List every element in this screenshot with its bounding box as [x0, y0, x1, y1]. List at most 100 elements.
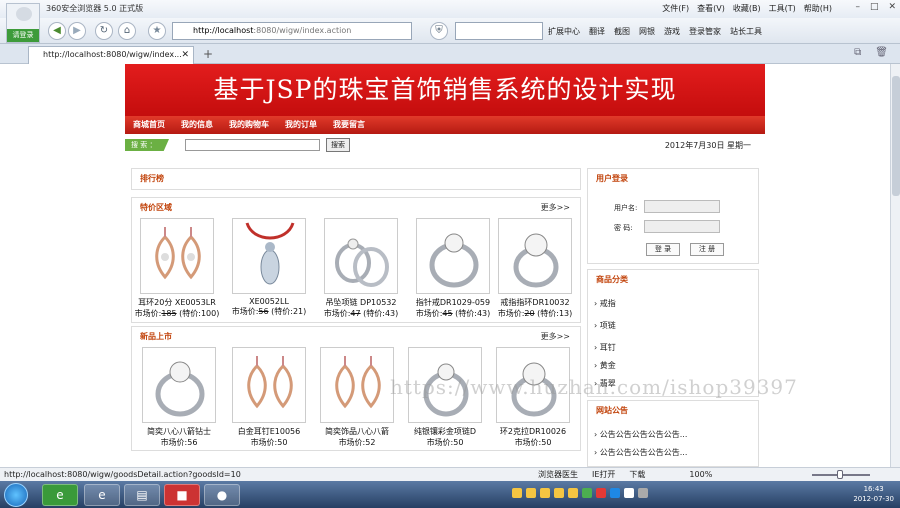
nav-orders[interactable]: 我的订单 — [285, 116, 317, 134]
product-name[interactable]: 吊坠项链 DP10532 — [316, 297, 406, 308]
zoom-knob[interactable] — [837, 470, 843, 479]
tray-icon[interactable] — [596, 488, 606, 498]
app-icon[interactable]: ■ — [164, 484, 200, 506]
new-product[interactable]: 简奕八心八箭钻士 市场价:56 — [134, 347, 224, 448]
tray-icon[interactable] — [582, 488, 592, 498]
notice-item[interactable]: › 公告公告公告公告公告... — [594, 429, 687, 440]
product-name[interactable]: 简奕八心八箭钻士 — [134, 426, 224, 437]
ie-open[interactable]: IE打开 — [592, 468, 615, 481]
forward-icon[interactable]: ▶ — [68, 22, 86, 40]
product-name[interactable]: 耳环20分 XE0053LR — [132, 297, 222, 308]
toolbar-webmaster[interactable]: 站长工具 — [730, 26, 762, 37]
product-image[interactable] — [232, 218, 306, 294]
site-search-input[interactable] — [185, 139, 320, 151]
restore-tab-icon[interactable]: ⧉ — [854, 47, 861, 58]
toolbar-login-manager[interactable]: 登录管家 — [689, 26, 721, 37]
browser-360-icon[interactable]: e — [42, 484, 78, 506]
browser-search-input[interactable] — [455, 22, 543, 40]
start-button[interactable] — [4, 483, 28, 507]
eclipse-icon[interactable]: ● — [204, 484, 240, 506]
refresh-icon[interactable]: ↻ — [95, 22, 113, 40]
nav-home[interactable]: 商城首页 — [133, 116, 165, 134]
special-product[interactable]: XE0052LL 市场价:56 (特价:21) — [224, 218, 314, 317]
notice-item[interactable]: › 公告公告公告公告公告... — [594, 447, 687, 458]
new-more-link[interactable]: 更多>> — [541, 331, 570, 342]
nav-cart[interactable]: 我的购物车 — [229, 116, 269, 134]
menu-view[interactable]: 查看(V) — [697, 3, 725, 14]
product-name[interactable]: 白金耳钉E10056 — [224, 426, 314, 437]
toolbar-games[interactable]: 游戏 — [664, 26, 680, 37]
product-name[interactable]: 简奕饰品八心八箭 — [312, 426, 402, 437]
back-icon[interactable]: ◀ — [48, 22, 66, 40]
category-item[interactable]: › 戒指 — [594, 298, 616, 309]
page-scrollbar[interactable] — [890, 64, 900, 467]
product-image[interactable] — [232, 347, 306, 423]
password-input[interactable] — [644, 220, 720, 233]
toolbar-screenshot[interactable]: 截图 — [614, 26, 630, 37]
nav-my-info[interactable]: 我的信息 — [181, 116, 213, 134]
user-avatar[interactable]: 请登录 — [6, 3, 40, 43]
new-product[interactable]: 白金耳钉E10056 市场价:50 — [224, 347, 314, 448]
menu-tools[interactable]: 工具(T) — [769, 3, 796, 14]
toolbar-extensions[interactable]: 扩展中心 — [548, 26, 580, 37]
username-input[interactable] — [644, 200, 720, 213]
login-button[interactable]: 登 录 — [646, 243, 680, 256]
site-search-button[interactable]: 搜索 — [326, 138, 350, 152]
product-image[interactable] — [142, 347, 216, 423]
menu-help[interactable]: 帮助(H) — [804, 3, 832, 14]
maximize-icon[interactable]: □ — [870, 2, 879, 12]
product-name[interactable]: 纯银镶彩金项链D — [400, 426, 490, 437]
product-name[interactable]: XE0052LL — [224, 297, 314, 306]
tray-icon[interactable] — [568, 488, 578, 498]
new-tab-icon[interactable]: + — [200, 47, 216, 62]
special-more-link[interactable]: 更多>> — [541, 202, 570, 213]
category-item[interactable]: › 黄金 — [594, 360, 616, 371]
tray-icon[interactable] — [526, 488, 536, 498]
tray-icon[interactable] — [624, 488, 634, 498]
menu-favorites[interactable]: 收藏(B) — [733, 3, 761, 14]
clock[interactable]: 16:43 2012-07-30 — [853, 484, 894, 504]
product-image[interactable] — [324, 218, 398, 294]
new-product[interactable]: 简奕饰品八心八箭 市场价:52 — [312, 347, 402, 448]
register-button[interactable]: 注 册 — [690, 243, 724, 256]
product-name[interactable]: 环2克拉DR10026 — [488, 426, 578, 437]
favorite-star-icon[interactable]: ★ — [148, 22, 166, 40]
zoom-level[interactable]: 100% — [689, 468, 712, 481]
product-image[interactable] — [320, 347, 394, 423]
tray-icon[interactable] — [610, 488, 620, 498]
special-product[interactable]: 吊坠项链 DP10532 市场价:47 (特价:43) — [316, 218, 406, 319]
product-image[interactable] — [140, 218, 214, 294]
product-name[interactable]: 指针戒DR1029-059 — [408, 297, 498, 308]
special-product[interactable]: 指针戒DR1029-059 市场价:45 (特价:43) — [408, 218, 498, 319]
menu-file[interactable]: 文件(F) — [662, 3, 689, 14]
category-item[interactable]: › 耳钉 — [594, 342, 616, 353]
close-icon[interactable]: ✕ — [888, 2, 896, 12]
shield-icon[interactable]: ⛨ — [430, 22, 448, 40]
address-bar[interactable]: http://localhost:8080/wigw/index.action — [172, 22, 412, 40]
login-label[interactable]: 请登录 — [7, 29, 39, 42]
special-product[interactable]: 戒指指环DR10032 市场价:20 (特价:13) — [490, 218, 580, 319]
browser-doctor[interactable]: 浏览器医生 — [538, 468, 578, 481]
product-image[interactable] — [498, 218, 572, 294]
tray-icon[interactable] — [554, 488, 564, 498]
site-search-row: 搜 索 ： 搜索 2012年7月30日 星期一 — [125, 136, 765, 154]
product-name[interactable]: 戒指指环DR10032 — [490, 297, 580, 308]
folder-icon[interactable]: ▤ — [124, 484, 160, 506]
trash-icon[interactable]: 🗑 — [875, 47, 888, 58]
download[interactable]: 下载 — [629, 468, 645, 481]
special-product[interactable]: 耳环20分 XE0053LR 市场价:185 (特价:100) — [132, 218, 222, 319]
category-item[interactable]: › 项链 — [594, 320, 616, 331]
scroll-thumb[interactable] — [892, 76, 900, 196]
tab-current[interactable]: http://localhost:8080/wigw/index... ✕ — [28, 46, 194, 64]
minimize-icon[interactable]: – — [855, 2, 860, 12]
tray-icon[interactable] — [638, 488, 648, 498]
tray-icon[interactable] — [512, 488, 522, 498]
tray-icon[interactable] — [540, 488, 550, 498]
tab-close-icon[interactable]: ✕ — [181, 47, 189, 63]
home-icon[interactable]: ⌂ — [118, 22, 136, 40]
ie-icon[interactable]: e — [84, 484, 120, 506]
product-image[interactable] — [416, 218, 490, 294]
nav-message[interactable]: 我要留言 — [333, 116, 365, 134]
toolbar-translate[interactable]: 翻译 — [589, 26, 605, 37]
toolbar-ebank[interactable]: 网银 — [639, 26, 655, 37]
